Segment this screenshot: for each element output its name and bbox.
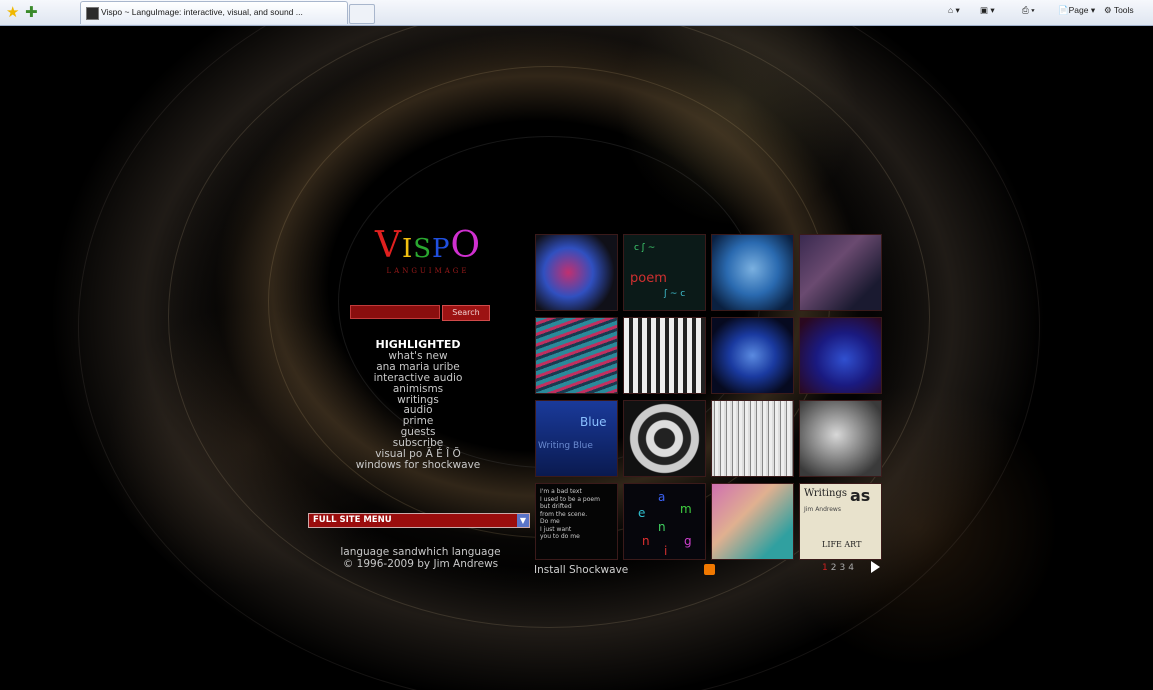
home-icon[interactable]: ⌂ ▾ [948,5,960,16]
tools-menu-label: Tools [1113,5,1134,15]
search-input[interactable] [350,305,440,319]
next-arrow-icon[interactable] [871,561,880,573]
thumbnail[interactable]: I'm a bad text I used to be a poem but dri… [535,483,618,560]
thumbnail[interactable] [711,234,794,311]
new-tab-button[interactable] [349,4,375,24]
thumbnail[interactable] [711,483,794,560]
menu-link-interactive-audio[interactable]: interactive audio [318,372,518,384]
menu-link-animisms[interactable]: animisms [318,383,518,395]
thumbnail[interactable]: Blue Writing Blue [535,400,618,477]
highlighted-menu: HIGHLIGHTED what's new ana maria uribe i… [318,339,518,471]
logo-mark: VISPO [374,225,482,266]
browser-tab[interactable]: Vispo ~ LanguImage: interactive, visual,… [80,1,348,24]
rss-icon[interactable] [704,564,715,575]
blue-label: Blue [580,415,607,429]
thumbnail[interactable] [799,234,882,311]
pagination: 1234 [822,563,857,573]
page-link-1[interactable]: 1 [822,563,828,573]
thumbnail[interactable]: Writings as Jim Andrews LIFE ART [799,483,882,560]
install-shockwave-link[interactable]: Install Shockwave [534,564,628,576]
chevron-down-icon[interactable]: ▼ [517,514,529,527]
vispo-logo[interactable]: VISPO LANGUIMAGE [363,225,493,276]
favorites-star-icon[interactable]: ★ [6,4,19,20]
poem-text: I'm a bad text I used to be a poem but dri… [540,488,600,540]
page-link-4[interactable]: 4 [848,563,854,573]
full-site-menu-label: FULL SITE MENU [313,515,392,525]
site-favicon-icon [86,7,99,20]
thumbnail[interactable] [623,317,706,394]
page-link-3[interactable]: 3 [839,563,845,573]
tools-menu-button[interactable]: ⚙ Tools [1104,5,1134,16]
footer-tagline: language sandwhich language [340,546,501,558]
print-icon[interactable]: ⎙ ▾ [1022,5,1035,16]
page-menu-button[interactable]: 📄Page ▾ [1058,5,1095,16]
page-link-2[interactable]: 2 [831,563,837,573]
thumbnail[interactable] [711,400,794,477]
tab-title: Vispo ~ LanguImage: interactive, visual,… [101,7,303,17]
thumbnail[interactable] [711,317,794,394]
copyright: © 1996-2009 by Jim Andrews [342,558,499,570]
footer: language sandwhich language © 1996-2009 … [318,546,523,570]
thumbnail[interactable] [799,400,882,477]
thumbnail[interactable] [535,317,618,394]
search-button[interactable]: Search [442,305,490,321]
thumbnail-grid: c ʃ ~ poem ʃ ~ c Blue Writing Blue I'm a… [535,234,885,560]
feeds-icon[interactable]: ▣ ▾ [980,5,995,16]
page-content: VISPO LANGUIMAGE Search HIGHLIGHTED what… [18,26,1153,690]
blue-text: Writing Blue [538,441,593,451]
browser-toolbar: ★ ✚ Vispo ~ LanguImage: interactive, vis… [0,0,1153,26]
thumbnail[interactable]: a e m n n g i [623,483,706,560]
thumbnail[interactable] [535,234,618,311]
thumbnail[interactable] [799,317,882,394]
page-menu-label: Page [1068,5,1089,15]
thumbnail[interactable]: c ʃ ~ poem ʃ ~ c [623,234,706,311]
add-favorites-icon[interactable]: ✚ [25,4,38,20]
full-site-menu-select[interactable]: FULL SITE MENU ▼ [308,513,530,528]
thumbnail[interactable] [623,400,706,477]
menu-link-windows-for-shockwave[interactable]: windows for shockwave [318,460,518,471]
